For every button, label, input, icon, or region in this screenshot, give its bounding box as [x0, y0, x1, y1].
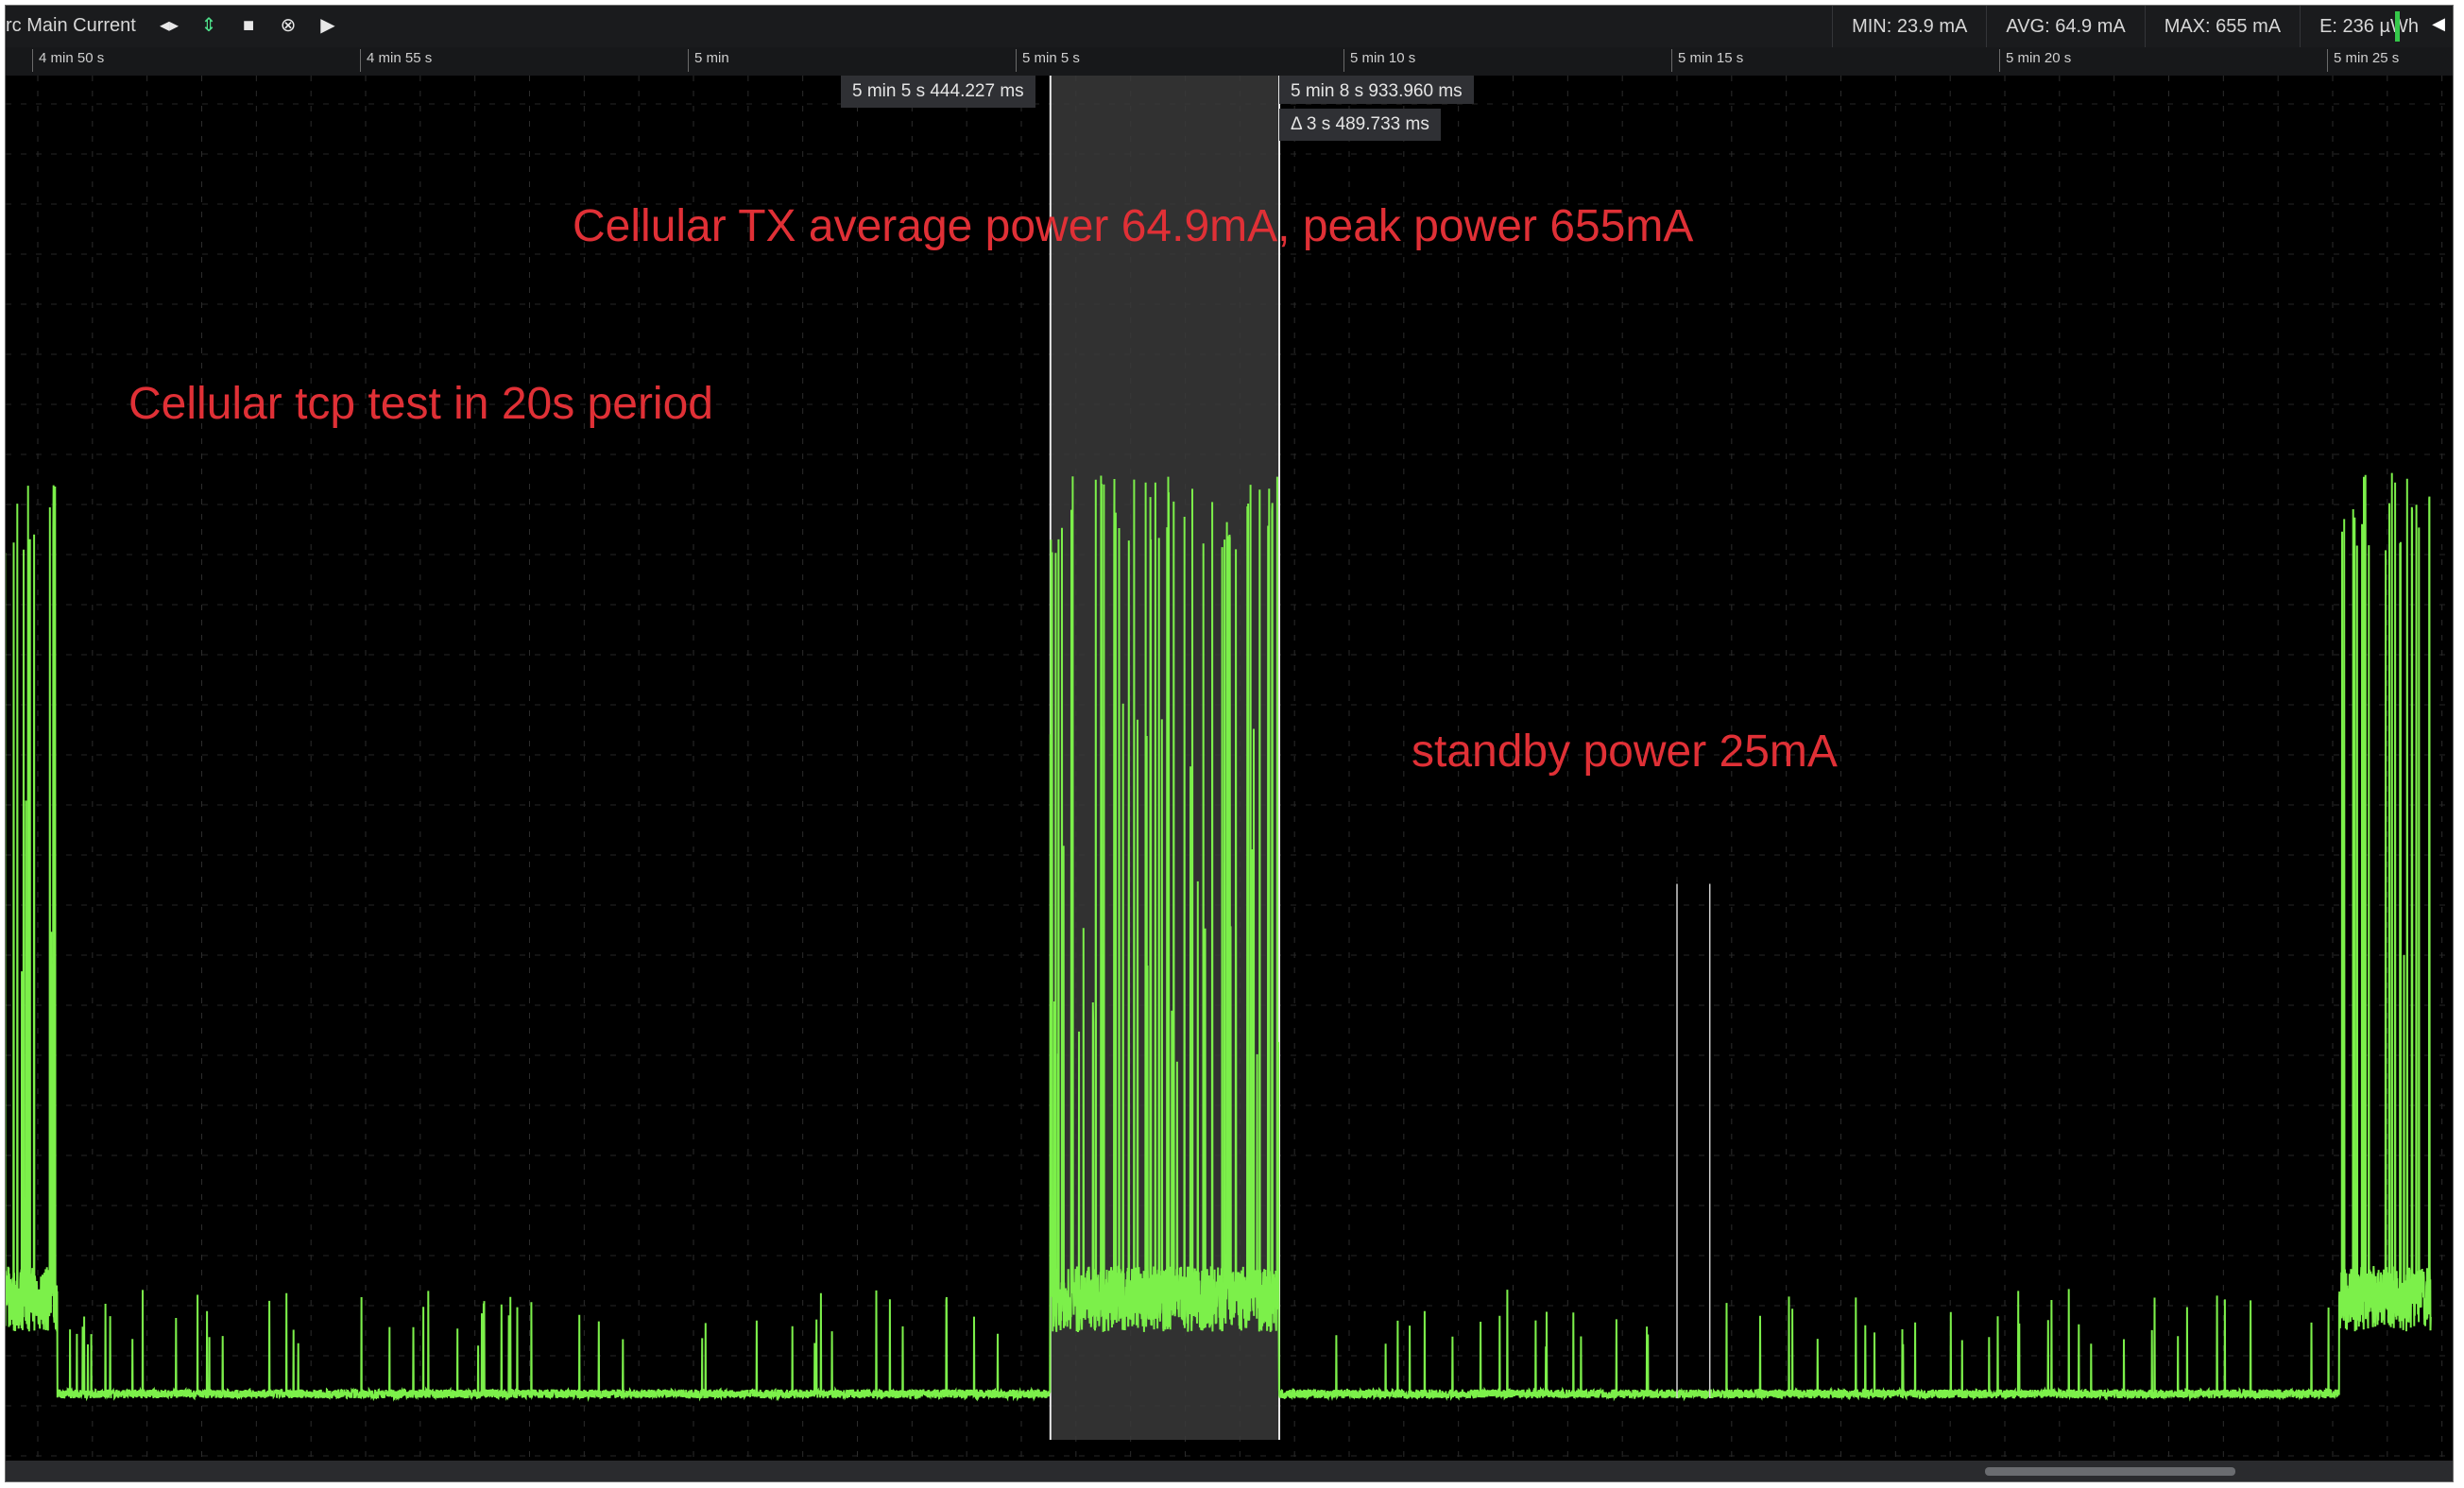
ruler-tick: 5 min 20 s — [1999, 49, 2071, 72]
ruler-tick: 4 min 55 s — [360, 49, 432, 72]
stat-energy: E: 236 µWh — [2300, 6, 2453, 47]
tx-power-annotation: Cellular TX average power 64.9mA, peak p… — [573, 201, 1694, 251]
play-step-icon[interactable]: ▶ — [316, 13, 340, 38]
left-cursor-time[interactable]: 5 min 5 s 444.227 ms — [841, 76, 1035, 108]
current-plot-svg — [6, 76, 2453, 1461]
stat-avg: AVG: 64.9 mA — [1986, 6, 2144, 47]
stat-min: MIN: 23.9 mA — [1832, 6, 1986, 47]
standby-spikes — [1676, 883, 1711, 1398]
standby-annotation: standby power 25mA — [1412, 727, 1838, 777]
stats-bar: MIN: 23.9 mA AVG: 64.9 mA MAX: 655 mA E:… — [1832, 6, 2453, 47]
stop-icon[interactable]: ■ — [236, 13, 261, 38]
toolbar: rc Main Current ◂▸ ⇕ ■ ⊗ ▶ MIN: 23.9 mA … — [6, 6, 2453, 47]
time-ruler: 4 min 50 s 4 min 55 s 5 min 5 min 5 s 5 … — [6, 47, 2453, 76]
up-down-arrows-icon[interactable]: ⇕ — [197, 13, 221, 38]
toolbar-tools: ◂▸ ⇕ ■ ⊗ ▶ — [157, 13, 340, 38]
close-circle-icon[interactable]: ⊗ — [276, 13, 300, 38]
right-cursor-time[interactable]: 5 min 8 s 933.960 ms — [1279, 76, 1474, 104]
power-profiler-window: rc Main Current ◂▸ ⇕ ■ ⊗ ▶ MIN: 23.9 mA … — [5, 5, 2454, 1482]
period-annotation: Cellular tcp test in 20s period — [128, 379, 713, 429]
channel-title: rc Main Current — [6, 15, 136, 36]
collapse-icon[interactable]: ◀ — [2432, 14, 2445, 34]
ruler-tick: 5 min 5 s — [1016, 49, 1080, 72]
cursor-delta: Δ 3 s 489.733 ms — [1279, 109, 1441, 141]
ruler-tick: 5 min 15 s — [1671, 49, 1743, 72]
cursor-selection-region — [1050, 76, 1280, 1440]
stat-max: MAX: 655 mA — [2144, 6, 2300, 47]
ruler-tick: 5 min 10 s — [1343, 49, 1415, 72]
left-right-arrows-icon[interactable]: ◂▸ — [157, 13, 181, 38]
ruler-tick: 5 min 25 s — [2327, 49, 2399, 72]
scrollbar-thumb[interactable] — [1985, 1467, 2235, 1476]
current-plot[interactable]: 5 min 5 s 444.227 ms 5 min 8 s 933.960 m… — [6, 76, 2453, 1461]
ruler-tick: 5 min — [688, 49, 729, 72]
ruler-tick: 4 min 50 s — [32, 49, 104, 72]
channel-color-marker — [2395, 11, 2400, 42]
horizontal-scrollbar[interactable] — [6, 1461, 2453, 1481]
